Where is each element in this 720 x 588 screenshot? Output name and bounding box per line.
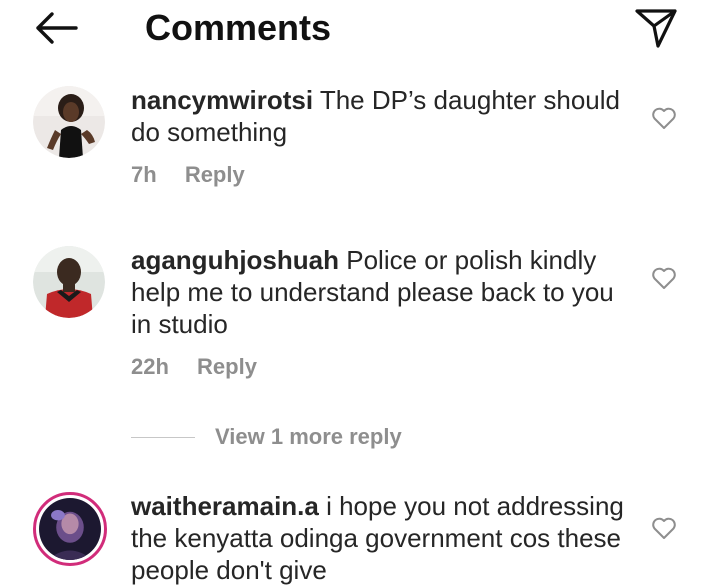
avatar-image <box>39 498 101 560</box>
share-button[interactable] <box>630 4 682 52</box>
reply-button[interactable]: Reply <box>185 162 245 187</box>
heart-outline-icon[interactable] <box>650 104 678 132</box>
heart-outline-icon[interactable] <box>650 514 678 542</box>
comment-text: waitheramain.a i hope you not addressing… <box>131 490 631 586</box>
avatar[interactable] <box>33 492 107 566</box>
avatar-image <box>33 86 105 158</box>
reply-button[interactable]: Reply <box>197 354 257 379</box>
comment-meta: 22h Reply <box>131 354 257 380</box>
view-more-replies-label: View 1 more reply <box>215 424 402 449</box>
view-more-replies-button[interactable]: View 1 more reply <box>131 424 402 450</box>
avatar[interactable] <box>33 246 105 318</box>
comment-username[interactable]: nancymwirotsi <box>131 85 313 115</box>
avatar-image <box>33 246 105 318</box>
comment-username[interactable]: aganguhjoshuah <box>131 245 339 275</box>
page-title: Comments <box>145 7 332 48</box>
heart-outline-icon[interactable] <box>650 264 678 292</box>
paper-plane-icon <box>635 9 677 48</box>
header: Comments <box>0 0 720 64</box>
comment-username[interactable]: waitheramain.a <box>131 491 319 521</box>
back-button[interactable] <box>28 6 84 50</box>
comment-meta: 7h Reply <box>131 162 245 188</box>
comment-text: nancymwirotsi The DP’s daughter should d… <box>131 84 631 148</box>
avatar[interactable] <box>33 86 105 158</box>
comment-time: 22h <box>131 354 169 379</box>
comment-time: 7h <box>131 162 157 187</box>
arrow-left-icon <box>36 12 78 44</box>
divider-line <box>131 436 195 438</box>
comment-text: aganguhjoshuah Police or polish kindly h… <box>131 244 631 340</box>
